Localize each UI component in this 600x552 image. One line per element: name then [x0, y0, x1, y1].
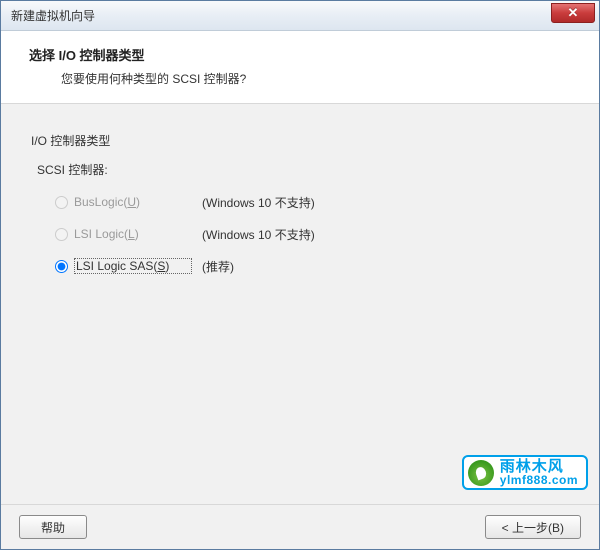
- radio-label-lsilogic: LSI Logic(L): [74, 227, 192, 241]
- radio-label-lsilogicsas: LSI Logic SAS(S): [74, 258, 192, 274]
- header-title: 选择 I/O 控制器类型: [29, 45, 579, 64]
- back-button[interactable]: < 上一步(B): [485, 515, 581, 539]
- radio-note-buslogic: (Windows 10 不支持): [202, 194, 315, 211]
- leaf-icon: [468, 460, 494, 486]
- close-button[interactable]: ✕: [551, 3, 595, 23]
- close-icon: ✕: [568, 5, 579, 21]
- radio-option-buslogic: BusLogic(U) (Windows 10 不支持): [55, 192, 569, 212]
- controller-type-label: I/O 控制器类型: [31, 132, 569, 149]
- header-subtitle: 您要使用何种类型的 SCSI 控制器?: [29, 70, 579, 87]
- window-title: 新建虚拟机向导: [11, 7, 95, 24]
- scsi-controller-label: SCSI 控制器:: [31, 161, 569, 178]
- radio-label-buslogic: BusLogic(U): [74, 195, 192, 209]
- radio-lsilogic: [55, 228, 68, 241]
- help-button[interactable]: 帮助: [19, 515, 87, 539]
- watermark-text: 雨林木风 ylmf888.com: [500, 459, 578, 486]
- wizard-content: I/O 控制器类型 SCSI 控制器: BusLogic(U) (Windows…: [1, 104, 599, 504]
- watermark-url: ylmf888.com: [500, 474, 578, 486]
- radio-lsilogicsas[interactable]: [55, 260, 68, 273]
- radio-option-lsilogicsas[interactable]: LSI Logic SAS(S) (推荐): [55, 256, 569, 276]
- wizard-header: 选择 I/O 控制器类型 您要使用何种类型的 SCSI 控制器?: [1, 31, 599, 104]
- nav-buttons: < 上一步(B): [485, 515, 581, 539]
- titlebar: 新建虚拟机向导 ✕: [1, 1, 599, 31]
- radio-note-lsilogicsas: (推荐): [202, 258, 234, 275]
- radio-buslogic: [55, 196, 68, 209]
- radio-option-lsilogic: LSI Logic(L) (Windows 10 不支持): [55, 224, 569, 244]
- watermark-cn: 雨林木风: [500, 459, 578, 474]
- watermark-badge: 雨林木风 ylmf888.com: [462, 455, 588, 490]
- radio-note-lsilogic: (Windows 10 不支持): [202, 226, 315, 243]
- scsi-radio-group: BusLogic(U) (Windows 10 不支持) LSI Logic(L…: [31, 192, 569, 276]
- button-bar: 帮助 < 上一步(B): [1, 504, 599, 549]
